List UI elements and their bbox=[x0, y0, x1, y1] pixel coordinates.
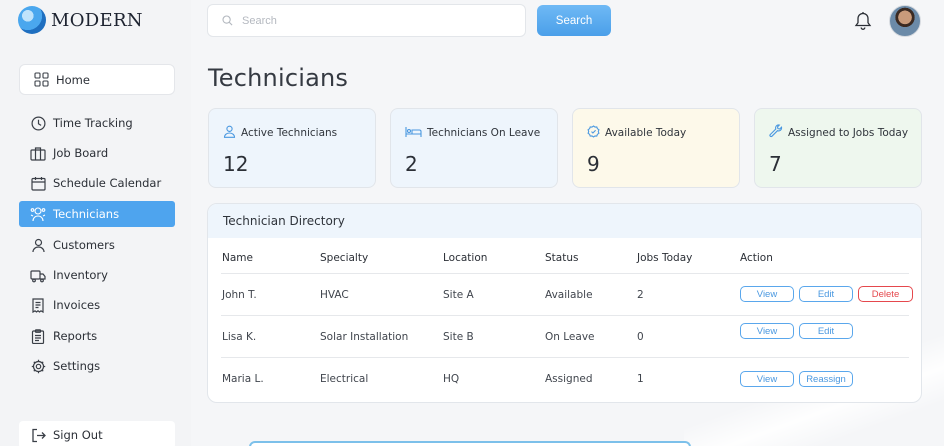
sidebar-item-technicians[interactable]: Technicians bbox=[19, 201, 175, 227]
stat-label: Active Technicians bbox=[241, 126, 338, 139]
person-icon bbox=[223, 123, 236, 142]
sidebar-item-label: Settings bbox=[53, 359, 101, 373]
view-button[interactable]: View bbox=[740, 323, 794, 339]
cell-specialty: Electrical bbox=[320, 373, 369, 385]
search-box[interactable] bbox=[207, 4, 526, 37]
sidebar: MODERN Home Time Tracking Job Board Sche… bbox=[0, 0, 191, 446]
sidebar-item-settings[interactable]: Settings bbox=[19, 353, 175, 379]
edit-button[interactable]: Edit bbox=[799, 323, 853, 339]
cell-specialty: Solar Installation bbox=[320, 330, 409, 343]
sign-out-button[interactable]: Sign Out bbox=[19, 421, 175, 446]
row-actions: View Reassign bbox=[740, 371, 853, 387]
delete-button[interactable]: Delete bbox=[858, 286, 913, 302]
cell-location: HQ bbox=[443, 373, 460, 385]
stat-card-available-today: Available Today 9 bbox=[572, 108, 740, 188]
search-icon bbox=[222, 11, 233, 30]
cell-jobs-today: 2 bbox=[637, 288, 644, 301]
app-name: MODERN bbox=[51, 9, 143, 31]
logo[interactable]: MODERN bbox=[18, 6, 143, 34]
invoice-icon bbox=[30, 297, 46, 313]
table-header-row: Name Specialty Location Status Jobs Toda… bbox=[221, 242, 909, 274]
stat-value: 2 bbox=[405, 152, 418, 176]
sidebar-item-schedule-calendar[interactable]: Schedule Calendar bbox=[19, 170, 175, 196]
sidebar-item-label: Reports bbox=[53, 329, 98, 343]
clipboard-icon bbox=[30, 328, 46, 344]
cell-location: Site A bbox=[443, 288, 474, 301]
table-row: Maria L. Electrical HQ Assigned 1 View R… bbox=[221, 358, 909, 400]
row-actions: View Edit bbox=[740, 323, 853, 339]
stat-label: Available Today bbox=[605, 126, 687, 139]
sidebar-item-reports[interactable]: Reports bbox=[19, 323, 175, 349]
sidebar-item-inventory[interactable]: Inventory bbox=[19, 262, 175, 288]
main-content: Search Technicians Active Technicians 12… bbox=[191, 0, 944, 446]
truck-icon bbox=[30, 267, 46, 283]
sidebar-item-label: Home bbox=[56, 72, 90, 87]
sidebar-item-home[interactable]: Home bbox=[19, 64, 175, 95]
column-header: Specialty bbox=[320, 251, 369, 264]
sign-out-label: Sign Out bbox=[53, 428, 103, 442]
sidebar-item-time-tracking[interactable]: Time Tracking bbox=[19, 110, 175, 136]
stat-card-active-technicians: Active Technicians 12 bbox=[208, 108, 376, 188]
stat-value: 12 bbox=[223, 152, 249, 176]
check-badge-icon bbox=[587, 123, 600, 142]
sidebar-item-label: Job Board bbox=[53, 146, 109, 160]
search-input[interactable] bbox=[242, 14, 502, 27]
reassign-button[interactable]: Reassign bbox=[799, 371, 853, 387]
stat-label: Assigned to Jobs Today bbox=[788, 126, 909, 139]
page-title: Technicians bbox=[208, 64, 349, 92]
column-header: Jobs Today bbox=[637, 251, 693, 264]
sidebar-item-label: Time Tracking bbox=[53, 116, 133, 130]
bottom-panel-edge bbox=[249, 441, 691, 446]
cell-name: Maria L. bbox=[222, 373, 264, 385]
stat-card-technicians-on-leave: Technicians On Leave 2 bbox=[390, 108, 558, 188]
logo-mark-icon bbox=[18, 6, 46, 34]
sidebar-item-label: Inventory bbox=[53, 268, 108, 282]
sidebar-item-label: Schedule Calendar bbox=[53, 176, 162, 190]
cell-status: Assigned bbox=[545, 373, 593, 385]
sidebar-item-label: Technicians bbox=[53, 207, 120, 221]
sidebar-item-job-board[interactable]: Job Board bbox=[19, 140, 175, 166]
row-actions: View Edit Delete bbox=[740, 286, 913, 302]
directory-title: Technician Directory bbox=[208, 204, 921, 238]
sidebar-item-customers[interactable]: Customers bbox=[19, 232, 175, 258]
column-header: Status bbox=[545, 251, 579, 264]
table-row: John T. HVAC Site A Available 2 View Edi… bbox=[221, 274, 913, 316]
sidebar-item-invoices[interactable]: Invoices bbox=[19, 292, 175, 318]
table-row: Lisa K. Solar Installation Site B On Lea… bbox=[221, 316, 909, 358]
briefcase-icon bbox=[30, 145, 46, 161]
stat-card-assigned-to-jobs-today: Assigned to Jobs Today 7 bbox=[754, 108, 922, 188]
stat-label: Technicians On Leave bbox=[427, 126, 541, 139]
cell-status: Available bbox=[545, 288, 593, 301]
cell-location: Site B bbox=[443, 330, 474, 343]
bed-icon bbox=[405, 123, 422, 142]
cell-jobs-today: 1 bbox=[637, 373, 644, 385]
technician-directory: Technician Directory Name Specialty Loca… bbox=[207, 203, 922, 403]
cell-name: Lisa K. bbox=[222, 330, 257, 343]
sidebar-item-label: Customers bbox=[53, 238, 115, 252]
view-button[interactable]: View bbox=[740, 286, 794, 302]
search-button[interactable]: Search bbox=[537, 5, 611, 36]
user-icon bbox=[30, 237, 46, 253]
column-header: Location bbox=[443, 251, 488, 264]
column-header: Action bbox=[740, 251, 773, 264]
clock-icon bbox=[30, 115, 46, 131]
grid-icon bbox=[33, 72, 49, 88]
cell-status: On Leave bbox=[545, 330, 595, 343]
view-button[interactable]: View bbox=[740, 371, 794, 387]
column-header: Name bbox=[222, 251, 253, 264]
sidebar-item-label: Invoices bbox=[53, 298, 101, 312]
gear-icon bbox=[30, 358, 46, 374]
user-avatar[interactable] bbox=[889, 5, 921, 37]
cell-name: John T. bbox=[222, 288, 257, 301]
wrench-icon bbox=[769, 123, 783, 142]
stat-value: 7 bbox=[769, 152, 782, 176]
calendar-icon bbox=[30, 175, 46, 191]
stat-value: 9 bbox=[587, 152, 600, 176]
cell-jobs-today: 0 bbox=[637, 330, 644, 343]
notification-bell-icon[interactable] bbox=[854, 11, 872, 31]
sign-out-icon bbox=[30, 427, 46, 443]
cell-specialty: HVAC bbox=[320, 288, 349, 301]
technicians-icon bbox=[30, 206, 46, 222]
edit-button[interactable]: Edit bbox=[799, 286, 853, 302]
